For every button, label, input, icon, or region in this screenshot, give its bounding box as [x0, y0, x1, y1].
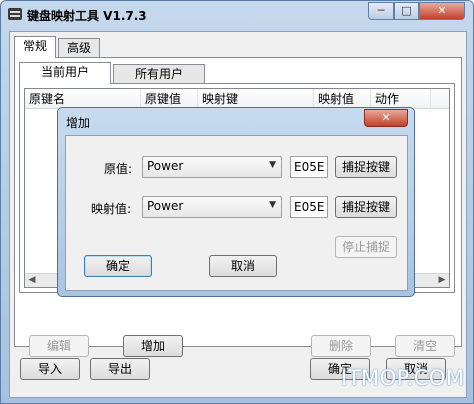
close-button[interactable]: ✕ — [419, 2, 465, 20]
column-action[interactable]: 动作 — [371, 89, 431, 109]
mapped-code-field[interactable]: E05E — [290, 196, 328, 218]
export-button[interactable]: 导出 — [90, 358, 150, 380]
edit-button[interactable]: 编辑 — [29, 335, 89, 357]
dialog-close-button[interactable]: ✕ — [364, 109, 408, 127]
maximize-button[interactable]: □ — [394, 2, 419, 20]
tab-all-users[interactable]: 所有用户 — [113, 64, 205, 84]
original-key-selected: Power — [147, 159, 184, 173]
tab-advanced[interactable]: 高级 — [58, 38, 100, 58]
dialog-ok-button[interactable]: 确定 — [84, 255, 152, 277]
minimize-button[interactable]: ─ — [368, 2, 394, 20]
column-original-key-value[interactable]: 原键值 — [141, 89, 198, 109]
capture-mapped-button[interactable]: 捕捉按键 — [335, 196, 397, 218]
column-mapped-key[interactable]: 映射键 — [198, 89, 314, 109]
title-bar: 键盘映射工具 V1.7.3 ─ □ ✕ — [1, 1, 473, 29]
scroll-right-icon[interactable]: ▶ — [435, 274, 449, 287]
chevron-down-icon: ▼ — [269, 200, 276, 210]
original-code-field[interactable]: E05E — [290, 156, 328, 178]
window-title: 键盘映射工具 V1.7.3 — [27, 9, 147, 23]
column-original-key-name[interactable]: 原键名 — [25, 89, 141, 109]
mapped-value-label: 映射值: — [91, 202, 132, 216]
mapped-key-select[interactable]: Power ▼ — [142, 196, 282, 218]
mapped-key-selected: Power — [147, 199, 184, 213]
dialog-title: 增加 — [66, 116, 91, 130]
list-header: 原键名 原键值 映射键 映射值 动作 — [25, 89, 449, 109]
dialog-client: 原值: Power ▼ E05E 捕捉按键 映射值: Power ▼ E05E … — [65, 135, 408, 291]
capture-original-button[interactable]: 捕捉按键 — [335, 156, 397, 178]
stop-capture-button[interactable]: 停止捕捉 — [335, 236, 397, 258]
watermark: ITMOP.COM — [341, 366, 465, 390]
add-button[interactable]: 增加 — [123, 335, 183, 357]
original-value-label: 原值: — [104, 162, 133, 176]
dialog-cancel-button[interactable]: 取消 — [209, 255, 277, 277]
add-dialog: 增加 ✕ 原值: Power ▼ E05E 捕捉按键 映射值: Power ▼ … — [57, 107, 415, 297]
delete-button[interactable]: 删除 — [311, 335, 371, 357]
clear-button[interactable]: 清空 — [395, 335, 455, 357]
column-mapped-value[interactable]: 映射值 — [314, 89, 371, 109]
tab-current-user[interactable]: 当前用户 — [19, 62, 111, 84]
import-button[interactable]: 导入 — [20, 358, 80, 380]
chevron-down-icon: ▼ — [269, 160, 276, 170]
scroll-left-icon[interactable]: ◀ — [25, 274, 39, 287]
keyboard-icon — [8, 8, 22, 20]
original-key-select[interactable]: Power ▼ — [142, 156, 282, 178]
tab-general[interactable]: 常规 — [14, 36, 56, 58]
